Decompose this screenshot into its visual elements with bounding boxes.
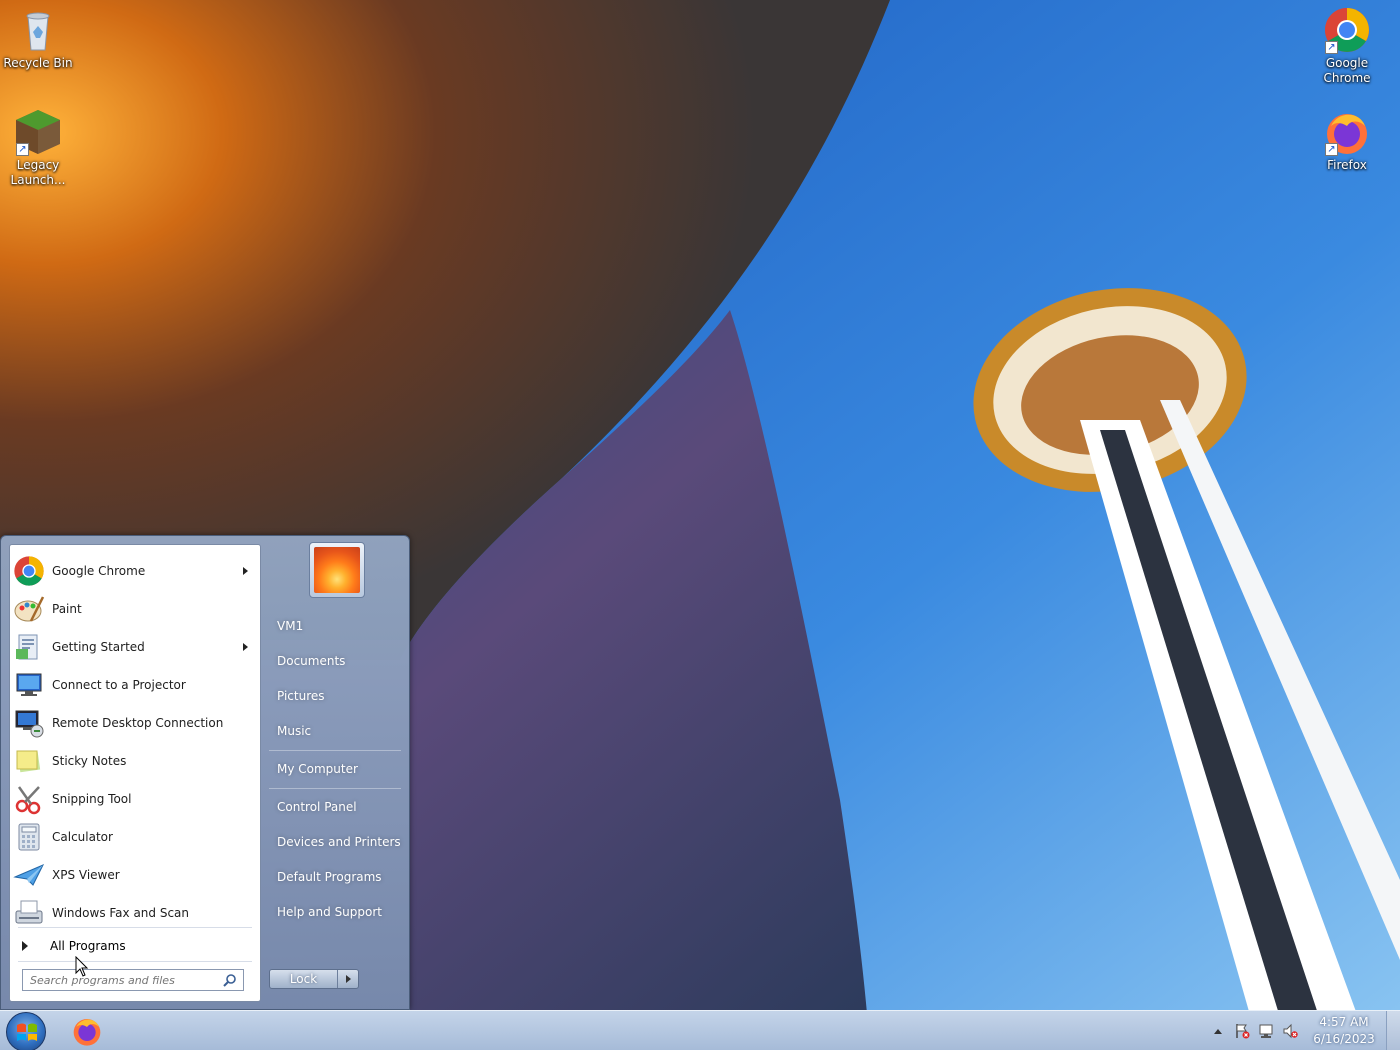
program-windows-fax-and-scan[interactable]: Windows Fax and Scan bbox=[12, 895, 258, 931]
program-label: XPS Viewer bbox=[52, 868, 120, 882]
shutdown-options-button[interactable] bbox=[338, 970, 358, 988]
link-documents[interactable]: Documents bbox=[271, 646, 403, 676]
desktop-icon-google-chrome[interactable]: ↗ Google Chrome bbox=[1309, 6, 1385, 86]
search-separator bbox=[18, 961, 252, 962]
desktop-icon-recycle-bin[interactable]: Recycle Bin bbox=[0, 6, 76, 71]
clock-time: 4:57 AM bbox=[1319, 1015, 1369, 1029]
link-pictures[interactable]: Pictures bbox=[271, 681, 403, 711]
desktop-icon-legacy-launcher[interactable]: ↗ Legacy Launch... bbox=[0, 108, 76, 188]
program-label: Connect to a Projector bbox=[52, 678, 186, 692]
getting-started-icon bbox=[12, 630, 46, 664]
minecraft-icon: ↗ bbox=[14, 108, 62, 156]
submenu-arrow-icon[interactable] bbox=[243, 643, 248, 651]
remote-desktop-icon bbox=[12, 706, 46, 740]
fax-scan-icon bbox=[12, 896, 46, 930]
program-remote-desktop[interactable]: Remote Desktop Connection bbox=[12, 705, 258, 741]
all-programs-button[interactable]: All Programs bbox=[12, 933, 258, 959]
program-label: Windows Fax and Scan bbox=[52, 906, 190, 920]
xps-viewer-icon bbox=[12, 858, 46, 892]
start-menu: Google Chrome Paint Getting Started Conn… bbox=[0, 535, 410, 1010]
user-avatar[interactable] bbox=[309, 542, 365, 598]
link-default-programs[interactable]: Default Programs bbox=[271, 862, 403, 892]
program-label: Getting Started bbox=[52, 640, 145, 654]
chevron-right-icon bbox=[345, 975, 351, 983]
link-user-folder[interactable]: VM1 bbox=[271, 611, 403, 641]
places-separator bbox=[269, 788, 401, 789]
program-label: Calculator bbox=[52, 830, 113, 844]
link-my-computer[interactable]: My Computer bbox=[271, 754, 403, 784]
lock-button[interactable]: Lock bbox=[270, 970, 338, 988]
desktop-icon-label: Firefox bbox=[1327, 158, 1367, 172]
show-hidden-icons-icon[interactable] bbox=[1206, 1011, 1230, 1050]
program-calculator[interactable]: Calculator bbox=[12, 819, 258, 855]
link-help-and-support[interactable]: Help and Support bbox=[271, 897, 403, 927]
program-snipping-tool[interactable]: Snipping Tool bbox=[12, 781, 258, 817]
action-center-flag-icon[interactable] bbox=[1230, 1011, 1254, 1050]
link-control-panel[interactable]: Control Panel bbox=[271, 792, 403, 822]
program-label: Paint bbox=[52, 602, 82, 616]
link-devices-and-printers[interactable]: Devices and Printers bbox=[271, 827, 403, 857]
start-search-box[interactable] bbox=[22, 969, 244, 991]
search-input[interactable] bbox=[30, 973, 216, 987]
shortcut-arrow-icon: ↗ bbox=[1325, 41, 1338, 54]
desktop-icon-label: Recycle Bin bbox=[3, 56, 73, 70]
chrome-icon: ↗ bbox=[1323, 6, 1371, 54]
all-programs-label: All Programs bbox=[50, 939, 126, 953]
system-tray: 4:57 AM 6/16/2023 bbox=[1206, 1011, 1400, 1050]
places-separator bbox=[269, 750, 401, 751]
shortcut-arrow-icon: ↗ bbox=[1325, 143, 1338, 156]
snipping-tool-icon bbox=[12, 782, 46, 816]
expand-arrow-icon bbox=[22, 941, 28, 951]
programs-separator bbox=[18, 927, 252, 928]
program-label: Remote Desktop Connection bbox=[52, 716, 224, 730]
program-label: Google Chrome bbox=[52, 564, 146, 578]
shortcut-arrow-icon: ↗ bbox=[16, 143, 29, 156]
chrome-icon bbox=[12, 554, 46, 588]
start-menu-programs-pane: Google Chrome Paint Getting Started Conn… bbox=[9, 544, 261, 1002]
start-menu-places-pane: VM1 Documents Pictures Music My Computer… bbox=[263, 536, 409, 1011]
network-icon[interactable] bbox=[1254, 1011, 1278, 1050]
flower-picture-icon bbox=[314, 547, 360, 593]
sticky-notes-icon bbox=[12, 744, 46, 778]
desktop-icon-label: Legacy Launch... bbox=[10, 158, 66, 187]
start-button[interactable] bbox=[6, 1012, 46, 1050]
program-label: Sticky Notes bbox=[52, 754, 127, 768]
firefox-icon bbox=[73, 1019, 101, 1046]
desktop-icon-label: Google Chrome bbox=[1323, 56, 1371, 85]
lock-button-group: Lock bbox=[269, 969, 359, 989]
projector-icon bbox=[12, 668, 46, 702]
program-paint[interactable]: Paint bbox=[12, 591, 258, 627]
link-music[interactable]: Music bbox=[271, 716, 403, 746]
program-getting-started[interactable]: Getting Started bbox=[12, 629, 258, 665]
recycle-bin-icon bbox=[14, 6, 62, 54]
program-xps-viewer[interactable]: XPS Viewer bbox=[12, 857, 258, 893]
program-label: Snipping Tool bbox=[52, 792, 132, 806]
system-clock[interactable]: 4:57 AM 6/16/2023 bbox=[1302, 1014, 1386, 1048]
submenu-arrow-icon[interactable] bbox=[243, 567, 248, 575]
show-desktop-button[interactable] bbox=[1386, 1011, 1400, 1050]
search-icon[interactable] bbox=[223, 973, 237, 990]
taskbar: 4:57 AM 6/16/2023 bbox=[0, 1010, 1400, 1050]
program-google-chrome[interactable]: Google Chrome bbox=[12, 553, 258, 589]
desktop-icon-firefox[interactable]: ↗ Firefox bbox=[1309, 108, 1385, 173]
mouse-cursor-icon bbox=[75, 956, 89, 977]
clock-date: 6/16/2023 bbox=[1313, 1032, 1375, 1046]
program-sticky-notes[interactable]: Sticky Notes bbox=[12, 743, 258, 779]
firefox-icon: ↗ bbox=[1323, 108, 1371, 156]
program-connect-to-projector[interactable]: Connect to a Projector bbox=[12, 667, 258, 703]
windows-logo-icon bbox=[17, 1023, 37, 1041]
volume-muted-icon[interactable] bbox=[1278, 1011, 1302, 1050]
taskbar-firefox-button[interactable] bbox=[66, 1015, 108, 1047]
paint-icon bbox=[12, 592, 46, 626]
calculator-icon bbox=[12, 820, 46, 854]
